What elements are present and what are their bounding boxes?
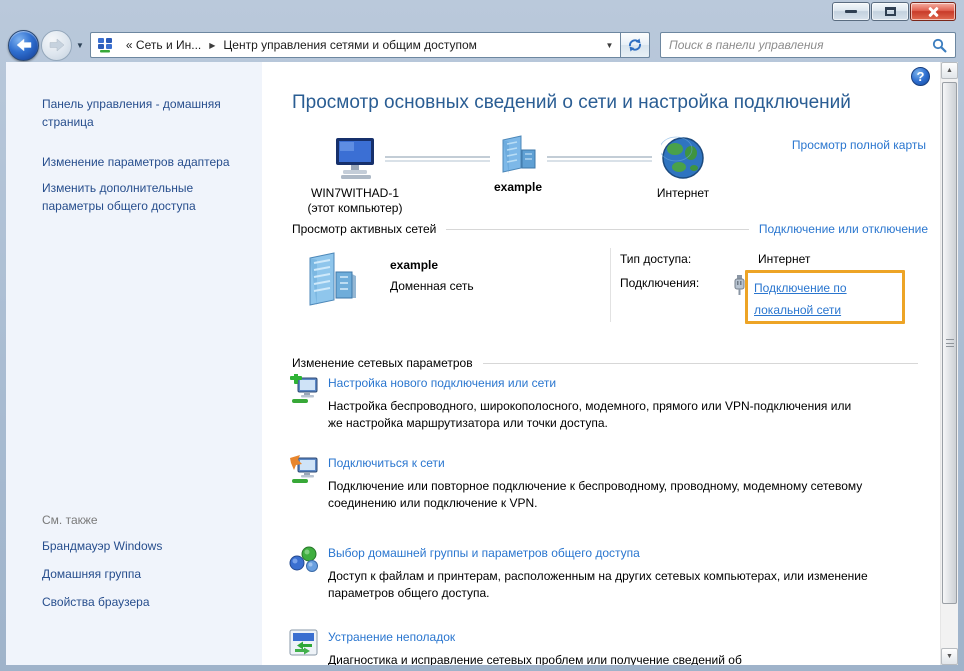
vertical-scrollbar[interactable]: ▲ ▼ [940,62,958,665]
active-network-type: Доменная сеть [390,279,474,293]
maximize-button[interactable] [871,2,909,21]
connect-disconnect-link[interactable]: Подключение или отключение [759,222,928,236]
scrollbar-up-button[interactable]: ▲ [941,62,958,79]
lan-connection-link-line1: Подключение по [754,281,847,295]
sidebar-item-internet-options[interactable]: Свойства браузера [42,593,248,611]
sidebar-item-advanced-sharing-settings[interactable]: Изменить дополнительные параметры общего… [42,179,248,215]
active-networks-header: Просмотр активных сетей [292,222,436,236]
minimize-button[interactable] [832,2,870,21]
domain-network-icon [495,134,541,174]
recent-pages-dropdown[interactable]: ▼ [76,41,84,50]
internet-globe-icon [661,136,705,180]
map-internet-label: Интернет [623,186,743,201]
connect-to-network-description: Подключение или повторное подключение к … [328,478,868,512]
change-settings-header: Изменение сетевых параметров [292,356,473,370]
minimize-icon [845,10,857,13]
refresh-button[interactable] [620,32,650,58]
help-icon[interactable]: ? [911,67,930,86]
search-placeholder: Поиск в панели управления [669,38,932,52]
homegroup-options-link[interactable]: Выбор домашней группы и параметров общег… [328,546,640,560]
domain-network-buildings-icon[interactable] [302,250,358,308]
network-center-icon [97,37,115,53]
refresh-icon [627,37,643,53]
sidebar-gap [42,171,248,179]
scroll-up-arrow-icon: ▲ [946,67,953,74]
sidebar-item-change-adapter-settings[interactable]: Изменение параметров адаптера [42,153,248,171]
active-networks-header-row: Просмотр активных сетей Подключение или … [292,222,928,236]
lan-connection-link-wrap: Подключение по локальной сети [754,277,904,321]
maximize-icon [885,7,896,16]
new-connection-description: Настройка беспроводного, широкополосного… [328,398,868,432]
main-content: ? Просмотр основных сведений о сети и на… [262,62,940,665]
forward-button-disabled [41,30,72,61]
ethernet-connector-icon [732,274,747,296]
back-button[interactable] [8,30,39,61]
troubleshoot-link[interactable]: Устранение неполадок [328,630,455,644]
scrollbar-grip-icon [946,339,954,347]
page-title: Просмотр основных сведений о сети и наст… [292,92,851,114]
sidebar: Панель управления - домашняя страница Из… [6,62,262,665]
card-divider [610,248,611,322]
map-node-computer[interactable]: WIN7WITHAD-1 (этот компьютер) [295,136,415,216]
back-arrow-icon [15,36,33,54]
access-type-value: Интернет [758,252,810,266]
navigation-toolbar: ▼ « Сеть и Ин... ▶ Центр управления сетя… [0,28,964,62]
troubleshoot-description: Диагностика и исправление сетевых пробле… [328,652,868,665]
new-connection-icon [288,374,320,404]
connect-to-network-link[interactable]: Подключиться к сети [328,456,445,470]
network-map: Просмотр полной карты WIN7WITHAD-1 (этот… [262,134,940,264]
close-button[interactable] [910,2,956,21]
access-type-label: Тип доступа: [620,252,691,266]
close-icon [927,6,939,18]
window-controls [832,2,956,21]
section-rule [483,363,918,364]
breadcrumb-arrow-icon[interactable]: ▶ [207,41,217,50]
sidebar-item-control-panel-home[interactable]: Панель управления - домашняя страница [42,95,248,131]
forward-arrow-icon [48,36,66,54]
map-node-network[interactable]: example [458,134,578,195]
scroll-down-arrow-icon: ▼ [946,653,953,660]
address-bar[interactable]: « Сеть и Ин... ▶ Центр управления сетями… [90,32,650,58]
network-sharing-center-window: ▼ « Сеть и Ин... ▶ Центр управления сетя… [0,0,964,671]
map-network-name: example [458,180,578,195]
sidebar-item-homegroup[interactable]: Домашняя группа [42,565,248,583]
lan-connection-link[interactable]: Подключение по локальной сети [754,281,847,317]
window-body: Панель управления - домашняя страница Из… [6,62,958,665]
active-network-name: example [390,258,438,272]
address-dropdown-icon[interactable]: ▼ [598,33,620,57]
homegroup-icon [288,544,320,574]
see-also-section: См. также Брандмауэр Windows Домашняя гр… [42,513,248,645]
search-icon[interactable] [932,38,947,53]
computer-subtitle: (этот компьютер) [295,201,415,216]
lan-connection-link-line2: локальной сети [754,303,841,317]
search-box[interactable]: Поиск в панели управления [660,32,956,58]
see-full-map-link[interactable]: Просмотр полной карты [792,138,926,152]
change-settings-header-row: Изменение сетевых параметров [292,356,928,370]
scrollbar-thumb[interactable] [942,82,957,604]
section-rule [446,229,749,230]
map-node-internet[interactable]: Интернет [623,136,743,201]
scrollbar-down-button[interactable]: ▼ [941,648,958,665]
sidebar-gap [42,131,248,153]
new-connection-link[interactable]: Настройка нового подключения или сети [328,376,556,390]
see-also-header: См. также [42,513,248,527]
computer-name: WIN7WITHAD-1 [295,186,415,201]
computer-icon [331,136,379,180]
breadcrumb-current[interactable]: Центр управления сетями и общим доступом [217,33,483,57]
troubleshoot-icon [288,628,320,658]
sidebar-item-windows-firewall[interactable]: Брандмауэр Windows [42,537,248,555]
breadcrumb-collapsed[interactable]: « Сеть и Ин... [120,33,207,57]
connect-to-network-icon [288,454,320,484]
connections-label: Подключения: [620,276,699,290]
title-bar[interactable] [0,0,964,28]
homegroup-options-description: Доступ к файлам и принтерам, расположенн… [328,568,868,602]
